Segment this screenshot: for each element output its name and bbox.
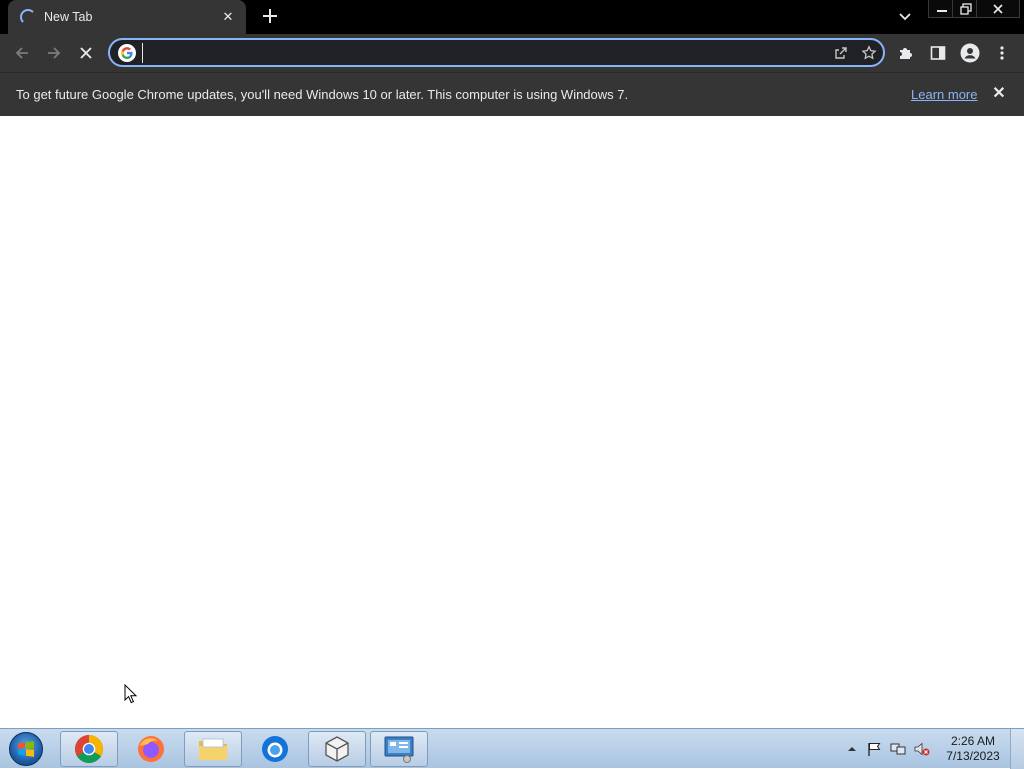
infobar-close-icon[interactable]: ✕ (990, 85, 1008, 103)
close-window-button[interactable] (976, 0, 1020, 18)
system-clock[interactable]: 2:26 AM 7/13/2023 (942, 734, 1004, 764)
close-icon (993, 3, 1003, 14)
loading-spinner-icon (20, 9, 36, 25)
kebab-menu-icon (1000, 46, 1004, 60)
windows-logo-icon (9, 732, 43, 766)
chrome-menu-button[interactable] (988, 39, 1016, 67)
mouse-cursor-icon (124, 684, 138, 704)
tab-search-button[interactable] (894, 8, 916, 26)
tab-title: New Tab (44, 10, 93, 24)
network-icon (890, 743, 906, 755)
chrome-icon (75, 735, 103, 763)
start-button[interactable] (6, 730, 46, 768)
arrow-left-icon (15, 47, 28, 59)
extensions-button[interactable] (892, 39, 920, 67)
star-icon (861, 44, 877, 60)
person-icon (960, 43, 980, 63)
side-panel-button[interactable] (924, 39, 952, 67)
share-button[interactable] (827, 41, 855, 65)
windows-taskbar: 2:26 AM 7/13/2023 (0, 728, 1024, 769)
google-g-icon (118, 43, 136, 62)
stop-loading-button[interactable] (72, 39, 100, 67)
tab-new-tab[interactable]: New Tab ✕ (8, 0, 246, 34)
address-bar[interactable] (108, 38, 885, 67)
close-icon (80, 47, 92, 59)
profile-button[interactable] (956, 39, 984, 67)
clock-time: 2:26 AM (950, 734, 996, 748)
show-desktop-button[interactable] (1010, 729, 1024, 769)
restore-icon (960, 2, 972, 15)
control-panel-icon (384, 736, 414, 763)
volume-button[interactable] (914, 741, 930, 757)
folder-icon (199, 738, 227, 760)
page-content[interactable] (0, 116, 1024, 728)
learn-more-link[interactable]: Learn more (911, 87, 977, 102)
action-center-flag-icon (868, 743, 881, 756)
plus-icon (263, 9, 277, 23)
taskbar-explorer[interactable] (184, 731, 242, 767)
browser-toolbar (0, 34, 1024, 72)
taskbar-virtualbox[interactable] (308, 731, 366, 767)
update-infobar: To get future Google Chrome updates, you… (0, 72, 1024, 116)
firefox-icon (138, 736, 164, 762)
tab-strip: New Tab ✕ (0, 0, 1024, 34)
minimize-icon (937, 9, 947, 12)
taskbar-thunderbird[interactable] (246, 731, 304, 767)
network-button[interactable] (890, 741, 906, 757)
infobar-message: To get future Google Chrome updates, you… (16, 87, 629, 102)
arrow-right-icon (48, 47, 61, 59)
share-icon (835, 46, 847, 59)
clock-date: 7/13/2023 (946, 749, 1000, 763)
thunderbird-icon (262, 736, 288, 762)
chevron-down-icon (899, 13, 911, 21)
new-tab-button[interactable] (258, 4, 282, 28)
show-hidden-icons-button[interactable] (844, 741, 860, 757)
bookmark-button[interactable] (855, 41, 883, 65)
puzzle-icon (900, 48, 912, 59)
tab-close-icon[interactable]: ✕ (220, 9, 236, 25)
back-button[interactable] (8, 39, 36, 67)
omnibox-input[interactable] (142, 42, 827, 63)
show-hidden-icons-icon (848, 747, 856, 751)
box-icon (325, 736, 349, 762)
forward-button[interactable] (40, 39, 68, 67)
side-panel-icon (930, 46, 946, 60)
volume-muted-icon (914, 742, 930, 756)
action-center-button[interactable] (866, 741, 882, 757)
taskbar-firefox[interactable] (122, 731, 180, 767)
taskbar-chrome[interactable] (60, 731, 118, 767)
taskbar-control-panel[interactable] (370, 731, 428, 767)
